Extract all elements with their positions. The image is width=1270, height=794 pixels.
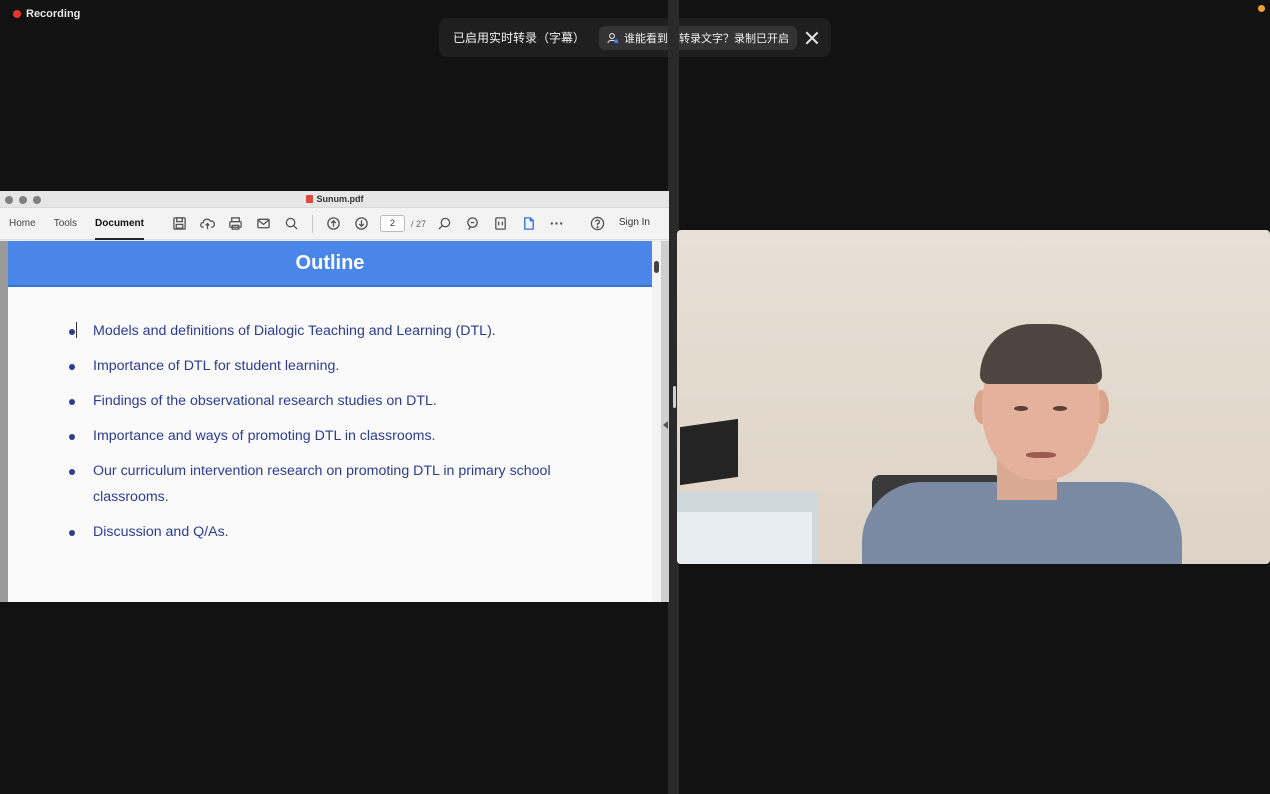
more-icon[interactable] (547, 214, 566, 233)
sign-in-button[interactable]: Sign In (619, 217, 650, 228)
participant-video[interactable] (677, 230, 1270, 564)
transcript-visibility-button[interactable]: 谁能看到此转录文字？录制已开启 (599, 25, 798, 50)
list-item: Discussion and Q/As. (68, 519, 588, 545)
tab-home[interactable]: Home (9, 208, 36, 240)
background-desk-front (677, 512, 812, 564)
person-icon (607, 32, 619, 43)
print-icon[interactable] (226, 214, 245, 233)
collapse-panel-icon[interactable] (663, 421, 668, 429)
pdf-toolbar: Home Tools Document 2 / 27 Sign In (0, 208, 669, 240)
tab-tools[interactable]: Tools (54, 208, 77, 240)
close-icon[interactable] (805, 31, 819, 45)
outline-list: Models and definitions of Dialogic Teach… (68, 318, 588, 554)
speaker-hair (980, 324, 1102, 384)
list-item: Findings of the observational research s… (68, 388, 588, 414)
left-panel-strip[interactable] (0, 241, 8, 602)
help-icon[interactable] (590, 216, 605, 231)
pdf-file-icon (305, 195, 313, 203)
vertical-scrollbar[interactable] (652, 241, 661, 602)
window-title: Sunum.pdf (0, 194, 669, 204)
slide-page: Outline Models and definitions of Dialog… (8, 241, 652, 602)
save-icon[interactable] (170, 214, 189, 233)
recording-dot-icon (13, 10, 21, 18)
tab-document[interactable]: Document (95, 208, 144, 240)
speaker-eye (1053, 406, 1067, 411)
transcript-status-text: 已启用实时转录（字幕） (453, 31, 586, 45)
single-page-icon[interactable] (519, 214, 538, 233)
status-dot-icon (1258, 5, 1265, 12)
document-area: Outline Models and definitions of Dialog… (0, 241, 669, 602)
mail-icon[interactable] (254, 214, 273, 233)
background-monitor (680, 418, 738, 486)
page-up-icon[interactable] (324, 214, 343, 233)
transcript-visibility-label: 谁能看到此转录文字？录制已开启 (624, 32, 790, 45)
page-number-input[interactable]: 2 (379, 215, 405, 232)
window-titlebar: Sunum.pdf (0, 191, 669, 208)
page-down-icon[interactable] (352, 214, 371, 233)
scrollbar-thumb[interactable] (654, 261, 659, 273)
live-transcript-banner: 已启用实时转录（字幕） 谁能看到此转录文字？录制已开启 (439, 18, 831, 57)
divider-drag-handle[interactable] (673, 386, 676, 408)
recording-indicator: Recording (13, 8, 80, 20)
pdf-viewer-window: Sunum.pdf Home Tools Document 2 / 27 Sig… (0, 191, 669, 602)
list-item: Importance and ways of promoting DTL in … (68, 423, 588, 449)
toolbar-icons: 2 / 27 (170, 214, 566, 233)
zoom-select-icon[interactable] (435, 214, 454, 233)
zoom-icon[interactable] (463, 214, 482, 233)
page-total: / 27 (410, 218, 426, 229)
recording-label: Recording (26, 8, 81, 20)
list-item: Importance of DTL for student learning. (68, 353, 588, 379)
window-title-text: Sunum.pdf (316, 194, 364, 204)
fit-page-icon[interactable] (491, 214, 510, 233)
slide-heading: Outline (8, 241, 652, 287)
toolbar-separator (311, 214, 313, 233)
speaker-mouth (1026, 452, 1056, 458)
upload-icon[interactable] (198, 214, 217, 233)
list-item: Our curriculum intervention research on … (68, 458, 588, 510)
list-item: Models and definitions of Dialogic Teach… (68, 318, 588, 344)
search-icon[interactable] (282, 214, 301, 233)
speaker-eye (1014, 406, 1028, 411)
